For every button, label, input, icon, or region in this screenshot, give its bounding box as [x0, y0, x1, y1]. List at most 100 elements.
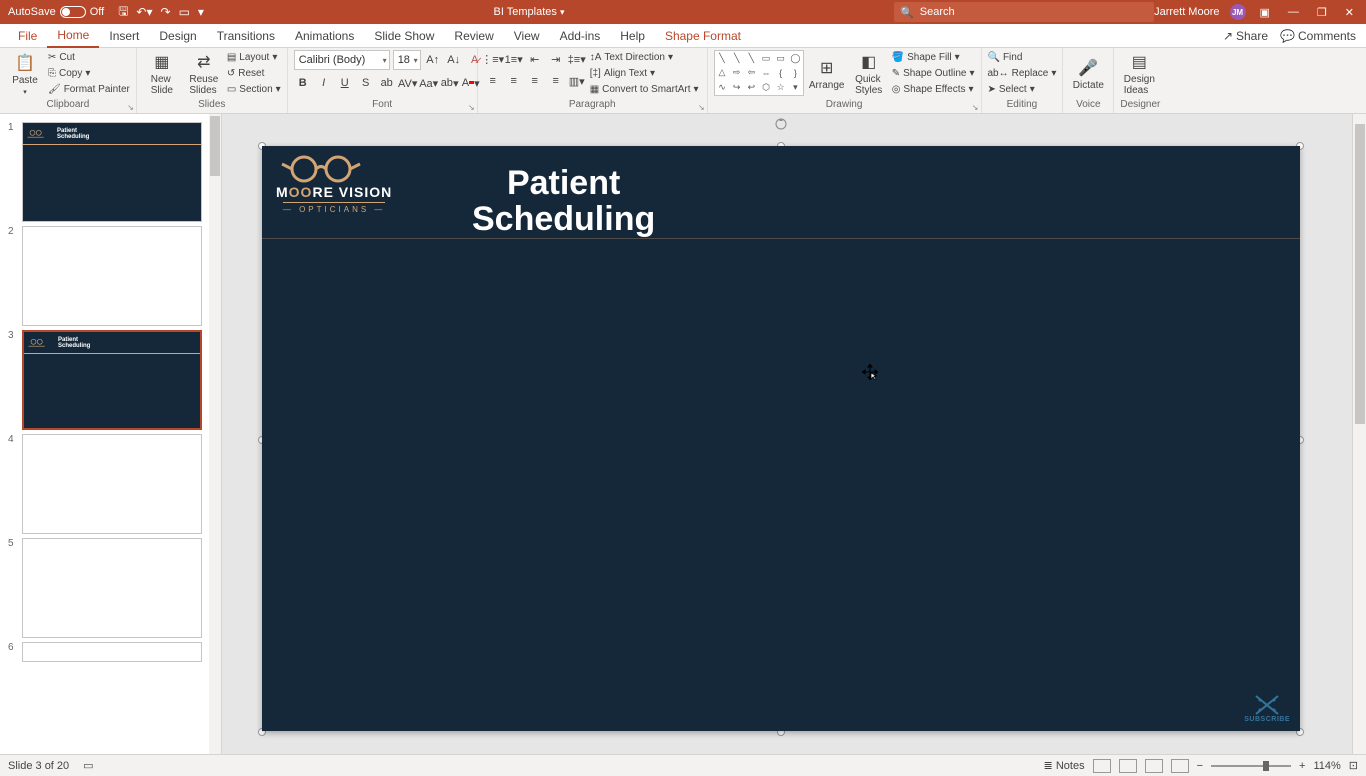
- select-button[interactable]: ➤Select ▾: [988, 82, 1057, 96]
- align-left-button[interactable]: ≡: [484, 72, 502, 90]
- replace-button[interactable]: ab↔Replace ▾: [988, 66, 1057, 80]
- text-direction-button[interactable]: ↕AText Direction ▾: [590, 50, 699, 64]
- thumbnail-5[interactable]: 5: [0, 536, 221, 640]
- minimize-icon[interactable]: —: [1284, 6, 1303, 18]
- slide-editor[interactable]: MOORE VISION — OPTICIANS — Patient Sched…: [222, 114, 1352, 754]
- maximize-icon[interactable]: ❐: [1313, 6, 1331, 19]
- char-spacing-button[interactable]: AV▾: [399, 74, 417, 92]
- convert-smartart-button[interactable]: ▦Convert to SmartArt ▾: [590, 82, 699, 96]
- layout-button[interactable]: ▤Layout ▾: [227, 50, 281, 64]
- zoom-slider[interactable]: [1211, 765, 1291, 767]
- align-right-button[interactable]: ≡: [526, 72, 544, 90]
- justify-button[interactable]: ≡: [547, 72, 565, 90]
- shape-fill-button[interactable]: 🪣Shape Fill ▾: [892, 50, 975, 64]
- paste-button[interactable]: 📋 Paste ▾: [6, 50, 44, 98]
- quick-styles-button[interactable]: ◧ Quick Styles: [850, 50, 888, 98]
- thumbnail-6[interactable]: 6: [0, 640, 221, 664]
- dialog-launcher-icon[interactable]: ↘: [972, 103, 979, 112]
- change-case-button[interactable]: Aa▾: [420, 74, 438, 92]
- undo-icon[interactable]: ↶▾: [136, 5, 152, 19]
- dialog-launcher-icon[interactable]: ↘: [468, 103, 475, 112]
- increase-font-icon[interactable]: A↑: [424, 51, 442, 69]
- reading-view-button[interactable]: [1145, 759, 1163, 773]
- tab-animations[interactable]: Animations: [285, 24, 364, 48]
- font-size-select[interactable]: 18: [393, 50, 421, 70]
- rotate-handle-icon[interactable]: [775, 118, 787, 130]
- italic-button[interactable]: I: [315, 74, 333, 92]
- user-name[interactable]: Jarrett Moore: [1154, 6, 1219, 18]
- normal-view-button[interactable]: [1093, 759, 1111, 773]
- document-title[interactable]: BI Templates ▾: [204, 6, 854, 18]
- fit-to-window-button[interactable]: ⊡: [1349, 759, 1358, 772]
- tab-help[interactable]: Help: [610, 24, 655, 48]
- dialog-launcher-icon[interactable]: ↘: [698, 103, 705, 112]
- find-button[interactable]: 🔍Find: [988, 50, 1057, 64]
- tab-design[interactable]: Design: [149, 24, 206, 48]
- thumbnail-2[interactable]: 2: [0, 224, 221, 328]
- accessibility-icon[interactable]: ▭: [83, 759, 93, 772]
- slideshow-view-button[interactable]: [1171, 759, 1189, 773]
- dictate-button[interactable]: 🎤 Dictate: [1069, 50, 1107, 98]
- cut-button[interactable]: ✂Cut: [48, 50, 130, 64]
- bullets-button[interactable]: ⋮≡▾: [484, 50, 502, 68]
- reset-button[interactable]: ↺Reset: [227, 66, 281, 80]
- thumbnail-3[interactable]: 3 PatientScheduling: [0, 328, 221, 432]
- avatar[interactable]: JM: [1230, 4, 1246, 20]
- tab-file[interactable]: File: [8, 24, 47, 48]
- start-from-beginning-icon[interactable]: ▭: [179, 5, 190, 19]
- align-center-button[interactable]: ≡: [505, 72, 523, 90]
- autosave-toggle[interactable]: AutoSave Off: [8, 6, 104, 18]
- comments-button[interactable]: 💬 Comments: [1280, 29, 1356, 43]
- dialog-launcher-icon[interactable]: ↘: [127, 103, 134, 112]
- shape-outline-button[interactable]: ✎Shape Outline ▾: [892, 66, 975, 80]
- tab-slideshow[interactable]: Slide Show: [364, 24, 444, 48]
- editor-scrollbar[interactable]: [1352, 114, 1366, 754]
- sorter-view-button[interactable]: [1119, 759, 1137, 773]
- thumbnail-1[interactable]: 1 PatientScheduling: [0, 120, 221, 224]
- slide-thumbnails-panel[interactable]: 1 PatientScheduling 2 3 PatientSchedulin…: [0, 114, 222, 754]
- thumbnail-4[interactable]: 4: [0, 432, 221, 536]
- strikethrough-button[interactable]: S: [357, 74, 375, 92]
- notes-button[interactable]: ≣ Notes: [1044, 759, 1085, 772]
- bold-button[interactable]: B: [294, 74, 312, 92]
- tab-transitions[interactable]: Transitions: [207, 24, 285, 48]
- shapes-gallery[interactable]: ╲╲╲▭▭◯ △⇨⇦⇔{} ∿↪↩⬡☆▾: [714, 50, 804, 96]
- search-input[interactable]: 🔍 Search: [894, 2, 1154, 22]
- zoom-out-button[interactable]: −: [1197, 760, 1203, 772]
- reuse-slides-button[interactable]: ⇄ Reuse Slides: [185, 50, 223, 98]
- slide-position[interactable]: Slide 3 of 20: [8, 760, 69, 772]
- slide-canvas[interactable]: MOORE VISION — OPTICIANS — Patient Sched…: [262, 146, 1300, 731]
- thumbnails-scrollbar[interactable]: [209, 114, 221, 754]
- save-icon[interactable]: 🖫: [118, 2, 128, 23]
- tab-home[interactable]: Home: [47, 24, 99, 48]
- design-ideas-button[interactable]: ▤ Design Ideas: [1120, 50, 1158, 98]
- numbering-button[interactable]: 1≡▾: [505, 50, 523, 68]
- align-text-button[interactable]: [‡]Align Text ▾: [590, 66, 699, 80]
- copy-button[interactable]: ⎘Copy ▾: [48, 66, 130, 80]
- tab-insert[interactable]: Insert: [99, 24, 149, 48]
- tab-shape-format[interactable]: Shape Format: [655, 24, 751, 48]
- tab-view[interactable]: View: [504, 24, 550, 48]
- shadow-button[interactable]: ab: [378, 74, 396, 92]
- new-slide-button[interactable]: ▦ New Slide: [143, 50, 181, 98]
- share-button[interactable]: ↗ Share: [1223, 29, 1268, 43]
- format-painter-button[interactable]: 🖌Format Painter: [48, 82, 130, 96]
- increase-indent-button[interactable]: ⇥: [547, 50, 565, 68]
- highlight-button[interactable]: ab▾: [441, 74, 459, 92]
- tab-review[interactable]: Review: [444, 24, 503, 48]
- shape-effects-button[interactable]: ◎Shape Effects ▾: [892, 82, 975, 96]
- arrange-button[interactable]: ⊞ Arrange: [808, 50, 846, 98]
- ribbon-display-icon[interactable]: ▣: [1256, 6, 1274, 19]
- decrease-indent-button[interactable]: ⇤: [526, 50, 544, 68]
- columns-button[interactable]: ▥▾: [568, 72, 586, 90]
- zoom-in-button[interactable]: +: [1299, 760, 1305, 772]
- close-icon[interactable]: ✕: [1341, 6, 1358, 19]
- section-button[interactable]: ▭Section ▾: [227, 82, 281, 96]
- zoom-level[interactable]: 114%: [1313, 760, 1340, 772]
- decrease-font-icon[interactable]: A↓: [445, 51, 463, 69]
- font-family-select[interactable]: Calibri (Body): [294, 50, 390, 70]
- underline-button[interactable]: U: [336, 74, 354, 92]
- line-spacing-button[interactable]: ‡≡▾: [568, 50, 586, 68]
- tab-addins[interactable]: Add-ins: [550, 24, 611, 48]
- redo-icon[interactable]: ↷: [161, 5, 171, 19]
